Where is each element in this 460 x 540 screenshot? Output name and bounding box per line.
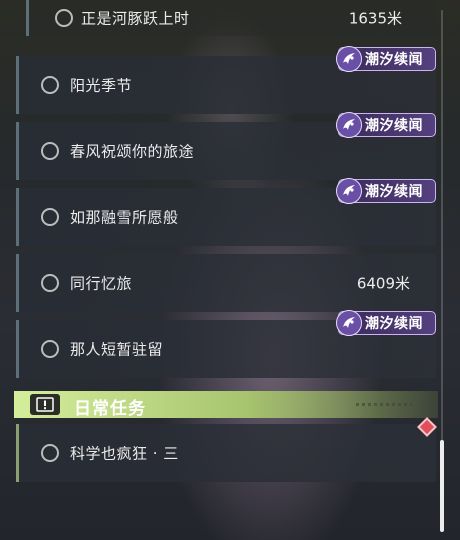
badge-label: 潮汐续闻 — [365, 316, 423, 332]
quest-name: 科学也疯狂 · 三 — [70, 444, 179, 463]
quest-distance: 6409米 — [356, 274, 410, 293]
quest-name: 春风祝颂你的旅途 — [70, 142, 195, 161]
quest-tag-badge: 潮汐续闻 — [336, 310, 436, 336]
quest-status-circle-icon — [41, 274, 59, 292]
badge-label: 潮汐续闻 — [365, 118, 423, 134]
daily-tasks-header[interactable]: 日常任务 — [14, 391, 438, 419]
quest-name: 阳光季节 — [70, 76, 133, 95]
quest-tag-badge: 潮汐续闻 — [336, 178, 436, 204]
quest-distance: 1635米 — [348, 9, 402, 28]
tide-event-icon — [336, 46, 362, 72]
quest-tag-badge: 潮汐续闻 — [336, 46, 436, 72]
quest-status-circle-icon — [55, 9, 73, 27]
exclamation-icon — [30, 394, 60, 415]
quest-item[interactable]: 正是河豚跃上时 1635米 — [26, 0, 436, 36]
daily-quest-item[interactable]: 科学也疯狂 · 三 — [16, 424, 436, 482]
quest-item[interactable]: 同行忆旅 6409米 — [16, 254, 436, 312]
quest-name: 同行忆旅 — [70, 274, 133, 293]
quest-name: 那人短暂驻留 — [70, 340, 164, 359]
badge-label: 潮汐续闻 — [365, 184, 423, 200]
quest-name: 正是河豚跃上时 — [81, 9, 190, 28]
quest-status-circle-icon — [41, 340, 59, 358]
quest-status-circle-icon — [41, 142, 59, 160]
scrollbar[interactable] — [440, 10, 444, 532]
section-title: 日常任务 — [74, 399, 146, 419]
tide-event-icon — [336, 310, 362, 336]
header-decoration — [356, 403, 412, 406]
quest-status-circle-icon — [41, 76, 59, 94]
scrollbar-thumb[interactable] — [440, 440, 444, 532]
quest-tag-badge: 潮汐续闻 — [336, 112, 436, 138]
quest-name: 如那融雪所愿般 — [70, 208, 179, 227]
tide-event-icon — [336, 178, 362, 204]
badge-label: 潮汐续闻 — [365, 52, 423, 68]
quest-status-circle-icon — [41, 208, 59, 226]
quest-status-circle-icon — [41, 444, 59, 462]
tide-event-icon — [336, 112, 362, 138]
